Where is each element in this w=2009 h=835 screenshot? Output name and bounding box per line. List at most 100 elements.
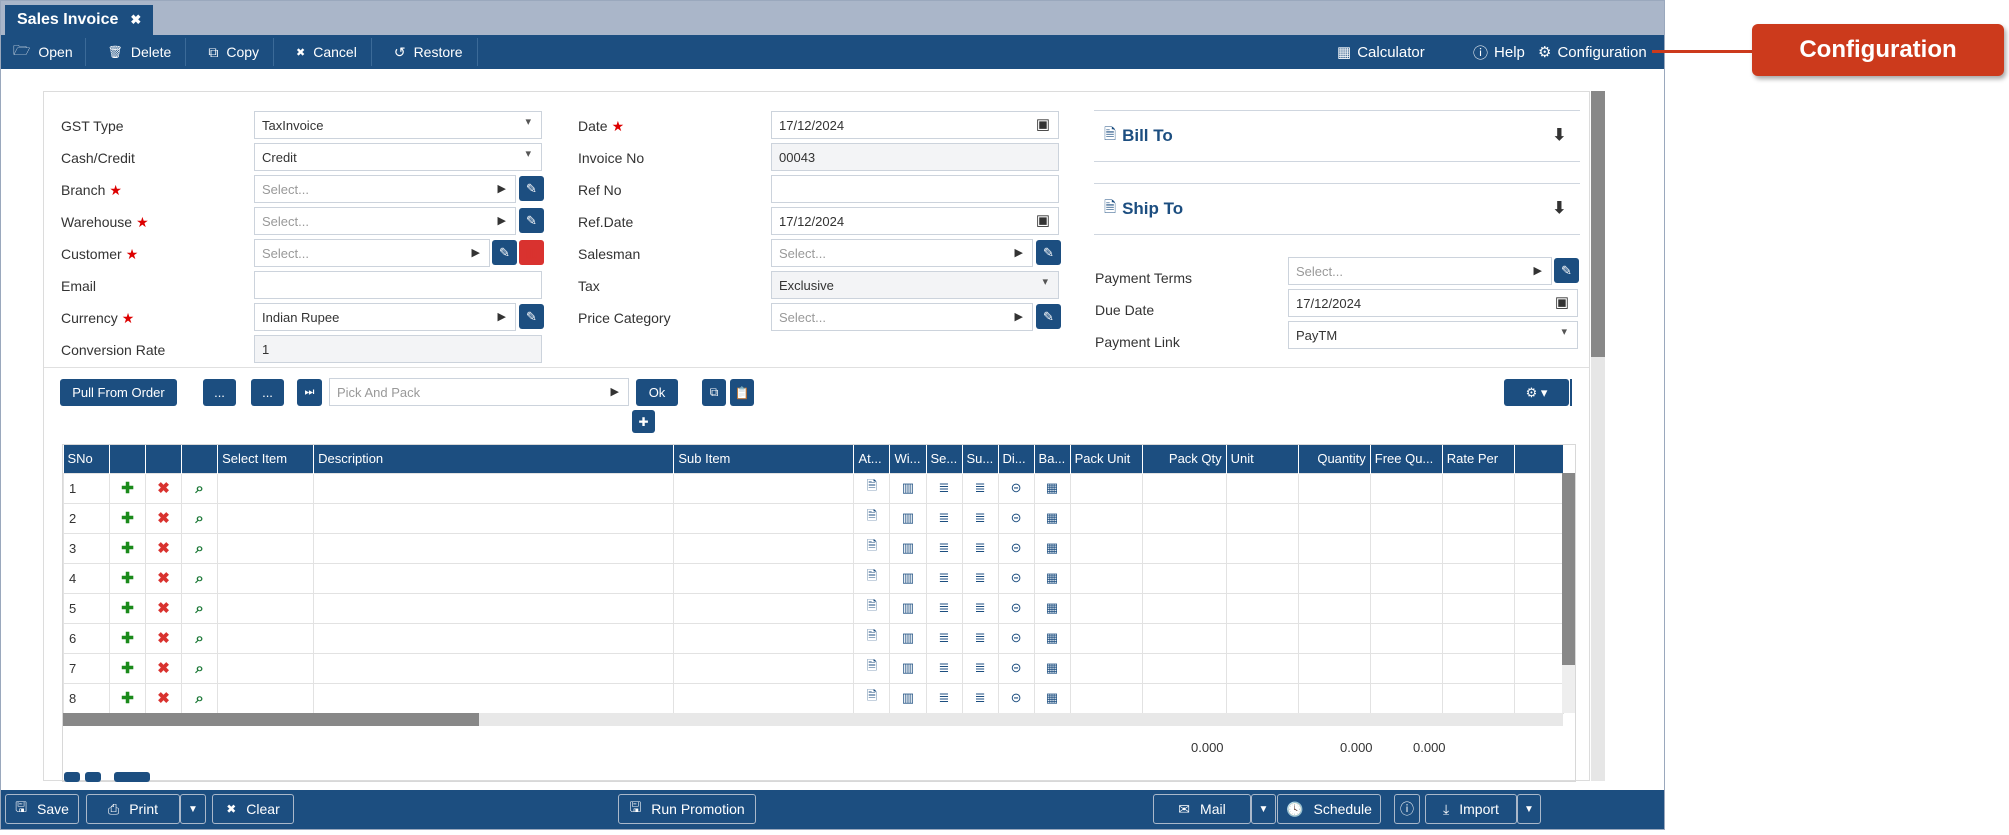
row-rate-per[interactable]: [1441, 622, 1515, 654]
calendar-icon[interactable]: ▣: [1036, 211, 1050, 229]
row-sub-item[interactable]: [673, 562, 855, 594]
row-pack-unit[interactable]: [1069, 562, 1143, 594]
attachment-icon[interactable]: 🗎: [853, 562, 891, 594]
table-row[interactable]: 3 ✚ ✖ ⌕ 🗎 ▥ ≣ ≣ ⊝ ▦: [62, 532, 1565, 564]
summary-list-icon[interactable]: ≣: [961, 652, 999, 684]
row-rate-per[interactable]: [1441, 652, 1515, 684]
table-row[interactable]: 4 ✚ ✖ ⌕ 🗎 ▥ ≣ ≣ ⊝ ▦: [62, 562, 1565, 594]
clear-button[interactable]: ✖ Clear: [212, 794, 294, 824]
table-row[interactable]: 1 ✚ ✖ ⌕ 🗎 ▥ ≣ ≣ ⊝ ▦: [62, 472, 1565, 504]
row-rate-per[interactable]: [1441, 592, 1515, 624]
row-description[interactable]: [313, 532, 675, 564]
row-description[interactable]: [313, 592, 675, 624]
row-sub-item[interactable]: [673, 682, 855, 714]
discount-icon[interactable]: ⊝: [997, 682, 1035, 714]
row-rate-per[interactable]: [1441, 562, 1515, 594]
discount-icon[interactable]: ⊝: [997, 592, 1035, 624]
chart-icon[interactable]: ▥: [889, 592, 927, 624]
add-row-button[interactable]: ✚: [632, 410, 655, 433]
currency-edit-button[interactable]: ✎: [519, 304, 544, 329]
row-sub-item[interactable]: [673, 472, 855, 504]
bill-to-panel[interactable]: 🗎 Bill To ⬇: [1094, 110, 1580, 162]
row-select-item[interactable]: [217, 622, 315, 654]
mail-button[interactable]: ✉ Mail: [1153, 794, 1251, 824]
row-description[interactable]: [313, 652, 675, 684]
delete-row-icon[interactable]: ✖: [145, 562, 183, 594]
summary-list-icon[interactable]: ≣: [961, 502, 999, 534]
price-category-edit-button[interactable]: ✎: [1036, 304, 1061, 329]
row-quantity[interactable]: [1297, 682, 1371, 714]
add-row-icon[interactable]: ✚: [109, 652, 147, 684]
row-rate-per[interactable]: [1441, 682, 1515, 714]
search-icon[interactable]: ⌕: [181, 532, 219, 564]
search-icon[interactable]: ⌕: [181, 622, 219, 654]
row-sub-item[interactable]: [673, 532, 855, 564]
row-rate-per[interactable]: [1441, 532, 1515, 564]
row-sub-item[interactable]: [673, 622, 855, 654]
discount-icon[interactable]: ⊝: [997, 622, 1035, 654]
discount-icon[interactable]: ⊝: [997, 652, 1035, 684]
row-extra[interactable]: [1513, 682, 1565, 714]
chart-icon[interactable]: ▥: [889, 622, 927, 654]
row-pack-qty[interactable]: [1141, 592, 1227, 624]
serial-list-icon[interactable]: ≣: [925, 532, 963, 564]
col-discount[interactable]: Di...: [998, 445, 1035, 473]
row-pack-unit[interactable]: [1069, 682, 1143, 714]
pager-button-1[interactable]: [64, 772, 80, 782]
batch-table-icon[interactable]: ▦: [1033, 592, 1071, 624]
attachment-icon[interactable]: 🗎: [853, 652, 891, 684]
row-pack-unit[interactable]: [1069, 622, 1143, 654]
paste-rows-button[interactable]: 📋: [730, 379, 754, 406]
table-row[interactable]: 5 ✚ ✖ ⌕ 🗎 ▥ ≣ ≣ ⊝ ▦: [62, 592, 1565, 624]
chart-icon[interactable]: ▥: [889, 562, 927, 594]
col-summary[interactable]: Su...: [962, 445, 999, 473]
search-icon[interactable]: ⌕: [181, 592, 219, 624]
discount-icon[interactable]: ⊝: [997, 532, 1035, 564]
col-select-item[interactable]: Select Item: [217, 445, 315, 473]
date-input[interactable]: 17/12/2024 ▣: [771, 111, 1059, 139]
add-row-icon[interactable]: ✚: [109, 682, 147, 714]
row-quantity[interactable]: [1297, 472, 1371, 504]
discount-icon[interactable]: ⊝: [997, 562, 1035, 594]
open-button[interactable]: 🗁 Open: [1, 38, 86, 66]
customer-edit-button[interactable]: ✎: [492, 240, 517, 265]
summary-list-icon[interactable]: ≣: [961, 562, 999, 594]
col-unit[interactable]: Unit: [1226, 445, 1299, 473]
expand-circle-icon[interactable]: ⬇: [1553, 125, 1566, 145]
import-dropdown-button[interactable]: ▼: [1517, 794, 1541, 824]
cash-credit-select[interactable]: Credit ▾: [254, 143, 542, 171]
row-quantity[interactable]: [1297, 652, 1371, 684]
row-select-item[interactable]: [217, 532, 315, 564]
calendar-icon[interactable]: ▣: [1555, 293, 1569, 311]
pager-button-3[interactable]: [114, 772, 150, 782]
branch-edit-button[interactable]: ✎: [519, 176, 544, 201]
add-row-icon[interactable]: ✚: [109, 502, 147, 534]
pick-and-pack-select[interactable]: Pick And Pack ▶: [329, 378, 629, 406]
help-button[interactable]: ⓘ Help: [1473, 35, 1525, 69]
table-row[interactable]: 2 ✚ ✖ ⌕ 🗎 ▥ ≣ ≣ ⊝ ▦: [62, 502, 1565, 534]
row-extra[interactable]: [1513, 652, 1565, 684]
row-description[interactable]: [313, 562, 675, 594]
ref-date-input[interactable]: 17/12/2024 ▣: [771, 207, 1059, 235]
col-quantity[interactable]: Quantity: [1298, 445, 1371, 473]
col-attachment[interactable]: At...: [853, 445, 891, 473]
serial-list-icon[interactable]: ≣: [925, 682, 963, 714]
cancel-button[interactable]: ✖ Cancel: [274, 38, 372, 66]
row-extra[interactable]: [1513, 592, 1565, 624]
row-extra[interactable]: [1513, 502, 1565, 534]
row-select-item[interactable]: [217, 682, 315, 714]
add-row-icon[interactable]: ✚: [109, 562, 147, 594]
import-button[interactable]: ⤓ Import: [1425, 794, 1517, 824]
discount-icon[interactable]: ⊝: [997, 502, 1035, 534]
row-quantity[interactable]: [1297, 562, 1371, 594]
save-button[interactable]: 🖫 Save: [5, 794, 79, 824]
row-unit[interactable]: [1225, 532, 1299, 564]
row-sub-item[interactable]: [673, 502, 855, 534]
row-quantity[interactable]: [1297, 592, 1371, 624]
grid-vertical-scrollbar[interactable]: [1562, 473, 1575, 713]
row-select-item[interactable]: [217, 562, 315, 594]
delete-row-icon[interactable]: ✖: [145, 622, 183, 654]
configuration-button[interactable]: ⚙ Configuration: [1538, 35, 1647, 69]
row-description[interactable]: [313, 502, 675, 534]
grid-settings-button[interactable]: ⚙ ▾: [1504, 379, 1569, 406]
